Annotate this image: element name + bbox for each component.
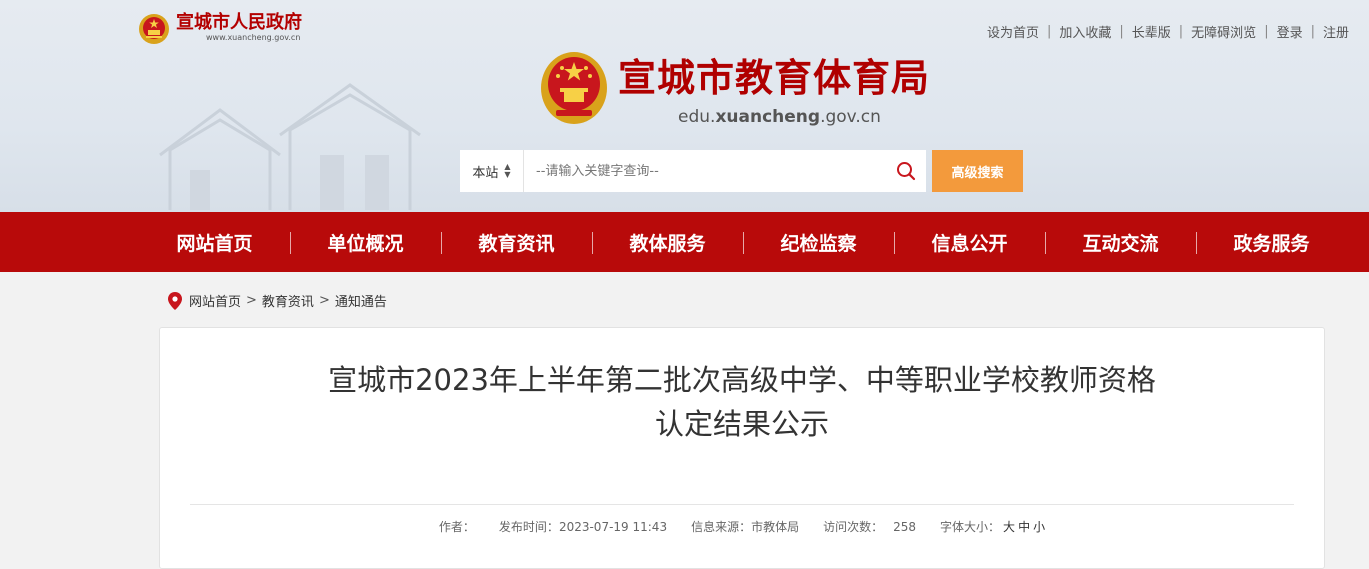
gov-portal-logo[interactable]: 宣城市人民政府 www.xuancheng.gov.cn [138,13,302,45]
site-logo[interactable]: 宣城市教育体育局 edu.xuancheng.gov.cn [540,50,930,128]
breadcrumb-notices[interactable]: 通知通告 [335,291,387,310]
divider [190,504,1294,505]
article-title: 宣城市2023年上半年第二批次高级中学、中等职业学校教师资格 认定结果公示 [328,363,1156,441]
search-scope-select[interactable]: 本站 ▲ ▼ [460,150,524,192]
view-count: 访问次数： 258 [823,520,917,534]
link-add-favorite[interactable]: 加入收藏 [1059,22,1111,41]
breadcrumb-education-news[interactable]: 教育资讯 [262,291,314,310]
sort-arrows-icon: ▲ ▼ [504,162,511,179]
top-links: 设为首页 | 加入收藏 | 长辈版 | 无障碍浏览 | 登录 | 注册 [986,22,1349,41]
info-source: 信息来源：市教体局 [691,520,800,534]
font-size-controls: 字体大小：大中小 [940,520,1046,534]
main-nav: 网站首页 单位概况 教育资讯 教体服务 纪检监察 信息公开 互动交流 政务服务 [0,212,1369,272]
link-register[interactable]: 注册 [1323,22,1349,41]
link-accessibility[interactable]: 无障碍浏览 [1191,22,1256,41]
link-elder-version[interactable]: 长辈版 [1132,22,1171,41]
advanced-search-button[interactable]: 高级搜索 [932,150,1023,192]
nav-item-education-news[interactable]: 教育资讯 [441,212,592,272]
gov-portal-name: 宣城市人民政府 [176,12,302,33]
article-panel: 宣城市2023年上半年第二批次高级中学、中等职业学校教师资格 认定结果公示 作者… [159,327,1325,569]
header: 宣城市人民政府 www.xuancheng.gov.cn 设为首页 | 加入收藏 |… [0,0,1369,212]
location-pin-icon [168,291,182,310]
nav-item-overview[interactable]: 单位概况 [290,212,441,272]
author-field: 作者： [438,520,475,534]
article-meta: 作者： 发布时间：2023-07-19 11:43 信息来源：市教体局 访问次数… [160,518,1324,535]
nav-item-services[interactable]: 教体服务 [592,212,743,272]
architecture-background-illustration [159,83,421,210]
gov-portal-url: www.xuancheng.gov.cn [206,33,301,42]
site-name: 宣城市教育体育局 [618,56,931,100]
search-icon[interactable] [896,161,916,181]
font-size-medium[interactable]: 中 [1018,520,1030,534]
site-url: edu.xuancheng.gov.cn [678,107,881,127]
breadcrumb-home[interactable]: 网站首页 [189,291,241,310]
national-emblem-icon [541,52,607,124]
national-emblem-icon [139,14,169,44]
publish-time: 发布时间：2023-07-19 11:43 [498,520,668,534]
font-size-small[interactable]: 小 [1033,520,1045,534]
font-size-large[interactable]: 大 [1003,520,1015,534]
search-input[interactable] [534,150,898,192]
link-set-homepage[interactable]: 设为首页 [987,22,1039,41]
nav-item-interaction[interactable]: 互动交流 [1045,212,1196,272]
search-bar: 本站 ▲ ▼ [460,150,926,192]
nav-item-info-disclosure[interactable]: 信息公开 [894,212,1045,272]
nav-item-home[interactable]: 网站首页 [139,212,290,272]
breadcrumb: 网站首页 > 教育资讯 > 通知通告 [168,291,387,310]
nav-item-discipline[interactable]: 纪检监察 [743,212,894,272]
link-login[interactable]: 登录 [1277,22,1303,41]
nav-item-gov-services[interactable]: 政务服务 [1196,212,1347,272]
